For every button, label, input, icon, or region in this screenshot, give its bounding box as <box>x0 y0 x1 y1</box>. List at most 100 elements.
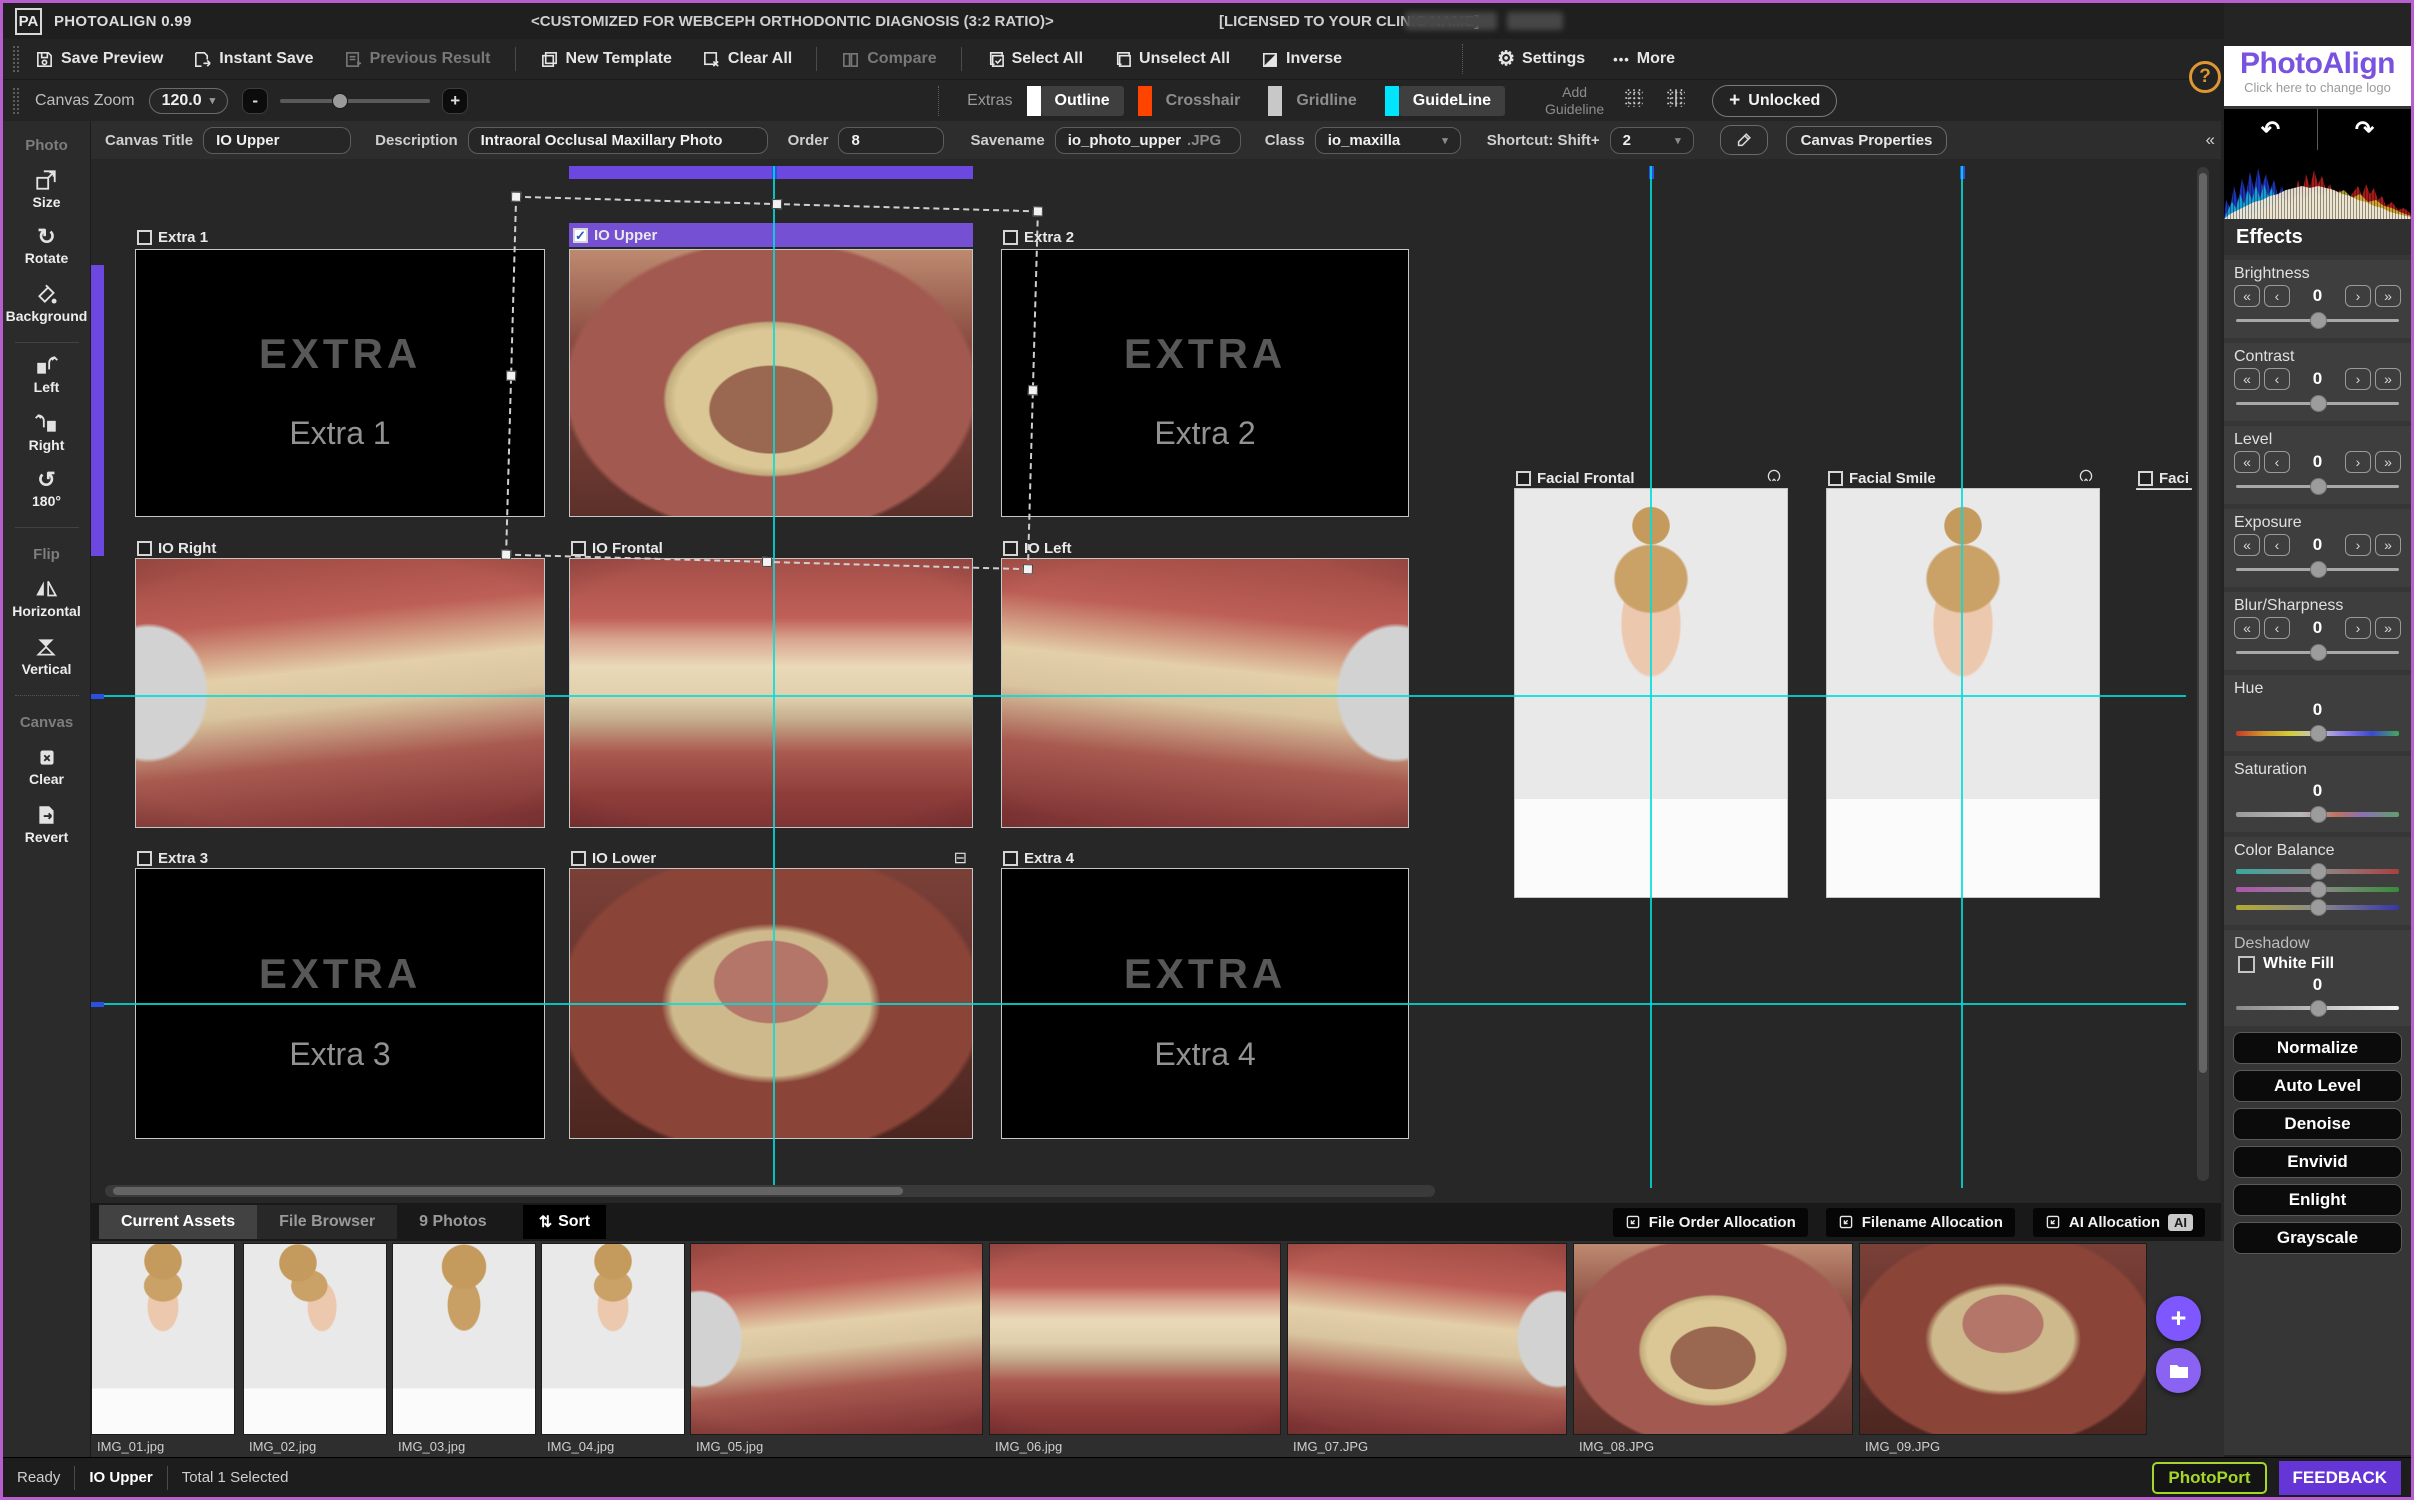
portrait-outline-icon[interactable] <box>1766 468 1782 489</box>
brightness-slider[interactable] <box>2234 311 2401 329</box>
step-prev-icon[interactable]: ‹ <box>2264 451 2290 473</box>
step-next-icon[interactable]: › <box>2345 368 2371 390</box>
new-template-button[interactable]: New Template <box>540 50 672 69</box>
ai-allocation-button[interactable]: AI Allocation AI <box>2033 1208 2205 1237</box>
step-first-icon[interactable]: « <box>2234 285 2260 307</box>
photo-io-right[interactable] <box>135 558 545 828</box>
step-first-icon[interactable]: « <box>2234 617 2260 639</box>
step-next-icon[interactable]: › <box>2345 617 2371 639</box>
add-photos-button[interactable]: + <box>2156 1296 2201 1341</box>
hue-slider[interactable] <box>2234 724 2401 742</box>
class-dropdown[interactable]: io_maxilla▾ <box>1315 127 1461 154</box>
thumbnail-4[interactable] <box>541 1243 685 1435</box>
resize-handle[interactable] <box>1023 564 1033 574</box>
envivid-button[interactable]: Envivid <box>2233 1146 2402 1178</box>
grayscale-button[interactable]: Grayscale <box>2233 1222 2402 1254</box>
exposure-slider[interactable] <box>2234 560 2401 578</box>
saturation-slider[interactable] <box>2234 805 2401 823</box>
clinic-logo-button[interactable]: PhotoAlign Click here to change logo <box>2224 46 2411 106</box>
portrait-outline-icon[interactable] <box>2078 468 2094 489</box>
step-prev-icon[interactable]: ‹ <box>2264 617 2290 639</box>
checkbox[interactable] <box>137 230 152 245</box>
thumbnail-5[interactable] <box>690 1243 983 1435</box>
background-tool-button[interactable]: Background <box>6 282 88 324</box>
guideline-color-swatch[interactable] <box>1385 86 1399 116</box>
flip-vertical-button[interactable]: Vertical <box>22 635 72 677</box>
step-first-icon[interactable]: « <box>2234 368 2260 390</box>
extra-placeholder[interactable]: EXTRA Extra 1 <box>135 249 545 517</box>
deshadow-slider[interactable] <box>2234 999 2401 1017</box>
filename-allocation-button[interactable]: Filename Allocation <box>1826 1208 2015 1237</box>
horizontal-guideline[interactable] <box>104 695 2186 697</box>
cell-io-left[interactable]: IO Left <box>1001 536 1409 560</box>
cell-io-right[interactable]: IO Right <box>135 536 545 560</box>
order-input[interactable]: 8 <box>838 127 944 154</box>
step-last-icon[interactable]: » <box>2375 617 2401 639</box>
denoise-button[interactable]: Denoise <box>2233 1108 2402 1140</box>
help-button[interactable]: ? <box>2189 61 2221 93</box>
toolbar-grip[interactable] <box>13 46 19 72</box>
compare-button[interactable]: Compare <box>841 50 936 69</box>
file-order-allocation-button[interactable]: File Order Allocation <box>1613 1208 1808 1237</box>
add-horizontal-guideline-button[interactable] <box>1622 86 1646 115</box>
redo-button[interactable]: ↷ <box>2318 109 2411 150</box>
canvas-properties-button[interactable]: Canvas Properties <box>1786 126 1948 155</box>
checkbox[interactable] <box>1003 851 1018 866</box>
step-prev-icon[interactable]: ‹ <box>2264 534 2290 556</box>
checkbox[interactable] <box>1516 471 1531 486</box>
save-preview-button[interactable]: Save Preview <box>35 50 163 69</box>
zoom-slider[interactable] <box>280 91 430 111</box>
thumbnail-6[interactable] <box>989 1243 1281 1435</box>
resize-handle[interactable] <box>1028 385 1038 395</box>
size-tool-button[interactable]: Size <box>32 168 60 210</box>
tab-current-assets[interactable]: Current Assets <box>99 1205 257 1239</box>
horizontal-guideline[interactable] <box>104 1003 2186 1005</box>
cell-extra-4[interactable]: Extra 4 EXTRA Extra 4 <box>1001 846 1409 870</box>
more-button[interactable]: ••• More <box>1613 50 1675 68</box>
vertical-guideline[interactable] <box>1961 166 1963 1188</box>
step-prev-icon[interactable]: ‹ <box>2264 368 2290 390</box>
cell-extra-1[interactable]: Extra 1 EXTRA Extra 1 <box>135 225 545 249</box>
thumbnail-2[interactable] <box>243 1243 387 1435</box>
thumbnail-9[interactable] <box>1859 1243 2147 1435</box>
add-vertical-guideline-button[interactable] <box>1664 86 1688 115</box>
vertical-guideline[interactable] <box>1650 166 1652 1188</box>
checkbox[interactable] <box>137 541 152 556</box>
thumbnail-1[interactable] <box>91 1243 235 1435</box>
instant-save-button[interactable]: Instant Save <box>193 50 313 69</box>
sort-button[interactable]: ⇅ Sort <box>523 1205 606 1239</box>
resize-handle[interactable] <box>501 550 511 560</box>
level-slider[interactable] <box>2234 477 2401 495</box>
main-canvas[interactable]: Extra 1 EXTRA Extra 1 ✓IO Upper Extra 2 … <box>91 159 2221 1203</box>
cell-extra-2[interactable]: Extra 2 EXTRA Extra 2 <box>1001 225 1409 249</box>
normalize-button[interactable]: Normalize <box>2233 1032 2402 1064</box>
step-last-icon[interactable]: » <box>2375 534 2401 556</box>
photo-io-frontal[interactable] <box>569 558 973 828</box>
guideline-toggle[interactable]: GuideLine <box>1399 86 1505 116</box>
enlight-button[interactable]: Enlight <box>2233 1184 2402 1216</box>
checkbox[interactable] <box>571 851 586 866</box>
description-input[interactable]: Intraoral Occlusal Maxillary Photo <box>468 127 768 154</box>
canvas-clear-button[interactable]: Clear <box>29 745 64 787</box>
settings-button[interactable]: ⚙ Settings <box>1497 48 1585 70</box>
canvas-zoom-dropdown[interactable]: 120.0 ▾ <box>149 88 229 114</box>
undo-button[interactable]: ↶ <box>2224 109 2318 150</box>
toolbar-grip[interactable] <box>13 88 19 114</box>
step-last-icon[interactable]: » <box>2375 285 2401 307</box>
rotate-left-button[interactable]: Left <box>34 353 60 395</box>
vertical-scrollbar[interactable] <box>2197 167 2209 1181</box>
step-prev-icon[interactable]: ‹ <box>2264 285 2290 307</box>
rotate-tool-button[interactable]: ↻ Rotate <box>25 226 69 266</box>
step-first-icon[interactable]: « <box>2234 451 2260 473</box>
canvas-revert-button[interactable]: Revert <box>25 803 69 845</box>
guideline-marker[interactable] <box>91 1002 104 1007</box>
thumbnail-7[interactable] <box>1287 1243 1567 1435</box>
gridline-toggle[interactable]: Gridline <box>1282 86 1370 116</box>
resize-handle[interactable] <box>511 192 521 202</box>
thumbnail-3[interactable] <box>392 1243 536 1435</box>
resize-handle[interactable] <box>506 371 516 381</box>
select-all-button[interactable]: Select All <box>986 50 1083 69</box>
window-layout-icon[interactable]: ⊟ <box>954 848 967 868</box>
lock-toggle-button[interactable]: + Unlocked <box>1712 85 1837 117</box>
resize-handle[interactable] <box>762 557 772 567</box>
